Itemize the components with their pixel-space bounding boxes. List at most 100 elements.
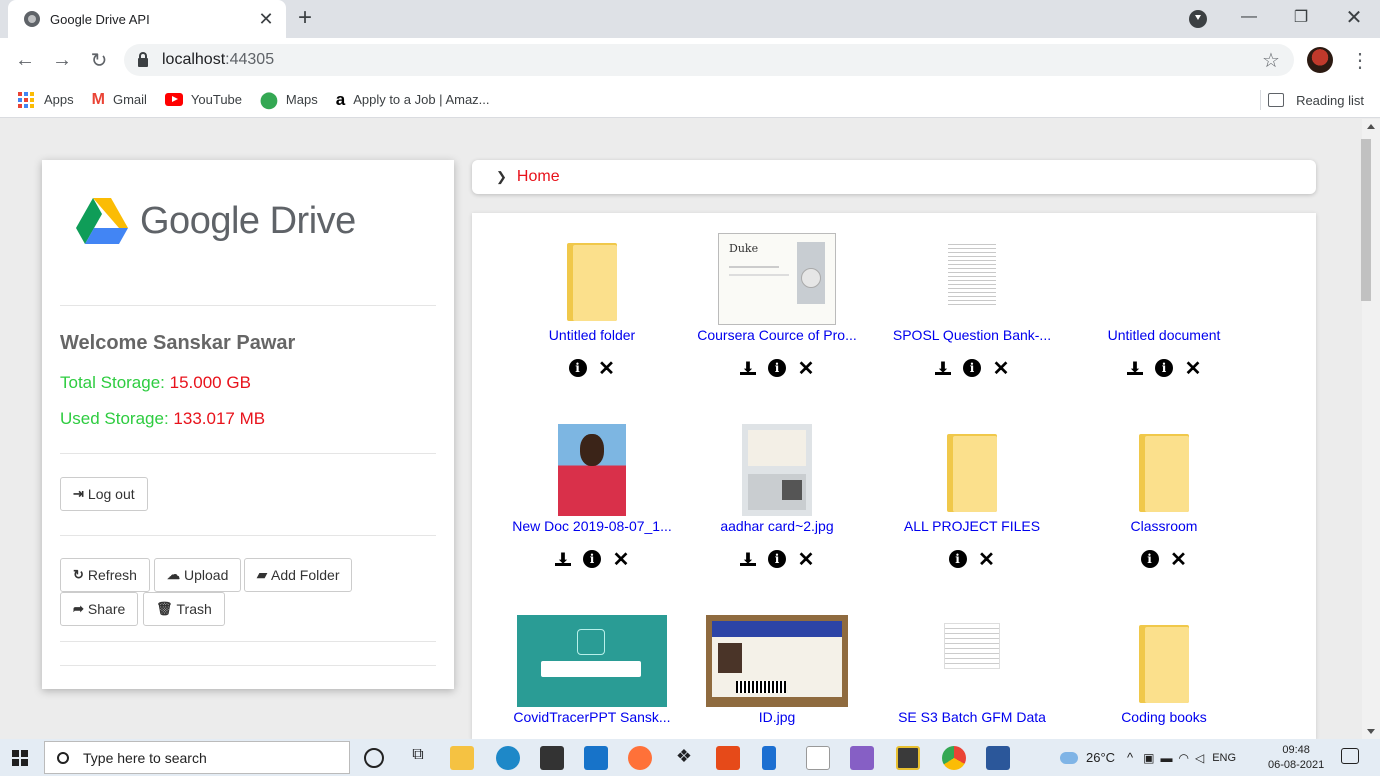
delete-icon[interactable]: ✕ <box>978 549 996 571</box>
bookmark-gmail[interactable]: M Gmail <box>92 91 147 109</box>
dropbox-icon[interactable]: ❖ <box>672 746 696 770</box>
reload-button[interactable]: ↻ <box>85 46 113 74</box>
file-item[interactable]: Untitled document ⬇ i ✕ <box>1074 233 1254 403</box>
download-icon[interactable]: ⬇ <box>554 550 572 568</box>
wifi-icon[interactable]: ◠ <box>1179 751 1189 765</box>
file-item[interactable]: aadhar card~2.jpg ⬇ i ✕ <box>687 424 867 594</box>
file-name[interactable]: Coding books <box>1074 709 1254 725</box>
download-icon[interactable]: ⬇ <box>934 359 952 377</box>
scroll-up-icon[interactable] <box>1367 124 1375 129</box>
file-name[interactable]: ID.jpg <box>687 709 867 725</box>
browser-menu-icon[interactable]: ⋮ <box>1350 48 1370 73</box>
clock[interactable]: 09:48 06-08-2021 <box>1268 743 1324 773</box>
info-icon[interactable]: i <box>583 550 601 568</box>
bookmark-youtube[interactable]: YouTube <box>164 92 242 107</box>
new-tab-button[interactable]: + <box>298 4 312 32</box>
delete-icon[interactable]: ✕ <box>992 358 1010 380</box>
refresh-button[interactable]: ↻ Refresh <box>60 558 150 592</box>
taskbar-search[interactable]: Type here to search <box>44 741 350 774</box>
minimize-button[interactable]: — <box>1226 0 1272 34</box>
reading-list-button[interactable]: Reading list <box>1268 82 1364 118</box>
add-folder-button[interactable]: ▰ Add Folder <box>244 558 353 592</box>
info-icon[interactable]: i <box>948 550 967 568</box>
delete-icon[interactable]: ✕ <box>598 358 616 380</box>
page-scrollbar[interactable] <box>1361 119 1380 739</box>
info-icon[interactable]: i <box>768 359 786 377</box>
windows-start-icon[interactable] <box>12 750 28 766</box>
download-icon[interactable]: ⬇ <box>1126 359 1144 377</box>
word-icon[interactable] <box>986 746 1010 770</box>
task-view-icon[interactable]: ⧉ <box>406 746 430 770</box>
delete-icon[interactable]: ✕ <box>1184 358 1202 380</box>
amazon-app-icon[interactable] <box>806 746 830 770</box>
download-icon[interactable]: ⬇ <box>739 359 757 377</box>
bookmark-amazon[interactable]: a Apply to a Job | Amaz... <box>336 90 490 110</box>
logout-button[interactable]: ⇥ Log out <box>60 477 148 511</box>
file-name[interactable]: Classroom <box>1074 518 1254 534</box>
notifications-icon[interactable] <box>1341 748 1359 764</box>
profile-avatar[interactable] <box>1307 47 1333 73</box>
store-icon[interactable] <box>540 746 564 770</box>
file-item[interactable]: SE S3 Batch GFM Data <box>882 615 1062 739</box>
share-button[interactable]: ➦ Share <box>60 592 139 626</box>
bookmark-star-icon[interactable]: ☆ <box>1262 48 1280 73</box>
upload-button[interactable]: ☁ Upload <box>154 558 242 592</box>
file-name[interactable]: aadhar card~2.jpg <box>687 518 867 534</box>
file-item[interactable]: CovidTracerPPT Sansk... <box>502 615 682 739</box>
file-name[interactable]: SPOSL Question Bank-... <box>882 327 1062 343</box>
file-item[interactable]: Duke Coursera Cource of Pro... ⬇ i ✕ <box>687 233 867 403</box>
phone-icon[interactable] <box>762 746 776 770</box>
file-item[interactable]: Untitled folder i ✕ <box>502 233 682 403</box>
bookmark-apps[interactable]: Apps <box>18 91 74 108</box>
file-name[interactable]: New Doc 2019-08-07_1... <box>502 518 682 534</box>
file-name[interactable]: ALL PROJECT FILES <box>882 518 1062 534</box>
weather-temp[interactable]: 26°C <box>1086 750 1115 765</box>
file-name[interactable]: Untitled folder <box>502 327 682 343</box>
language-indicator[interactable]: ENG <box>1212 752 1236 764</box>
address-bar[interactable]: localhost:44305 <box>124 44 1294 76</box>
info-icon[interactable]: i <box>1140 550 1159 568</box>
delete-icon[interactable]: ✕ <box>1170 549 1188 571</box>
bookmark-maps[interactable]: ⬤ Maps <box>260 90 318 110</box>
info-icon[interactable]: i <box>1155 359 1173 377</box>
delete-icon[interactable]: ✕ <box>797 549 815 571</box>
file-name[interactable]: SE S3 Batch GFM Data <box>882 709 1062 725</box>
scroll-down-icon[interactable] <box>1367 729 1375 734</box>
file-item[interactable]: Classroom i ✕ <box>1074 424 1254 594</box>
file-item[interactable]: New Doc 2019-08-07_1... ⬇ i ✕ <box>502 424 682 594</box>
info-icon[interactable]: i <box>963 359 981 377</box>
network-icon[interactable]: ▣ <box>1143 751 1154 765</box>
tab-search-icon[interactable] <box>1189 10 1207 28</box>
chevron-up-icon[interactable]: ^ <box>1127 750 1133 765</box>
file-item[interactable]: ID.jpg <box>687 615 867 739</box>
battery-icon[interactable]: ▬ <box>1161 751 1173 765</box>
close-window-button[interactable]: ✕ <box>1331 0 1377 34</box>
scrollbar-thumb[interactable] <box>1361 139 1371 301</box>
office-icon[interactable] <box>716 746 740 770</box>
volume-icon[interactable]: ◁ <box>1195 751 1204 765</box>
breadcrumb-home[interactable]: Home <box>517 168 560 186</box>
delete-icon[interactable]: ✕ <box>797 358 815 380</box>
cortana-icon[interactable] <box>364 748 384 768</box>
delete-icon[interactable]: ✕ <box>612 549 630 571</box>
info-icon[interactable]: i <box>768 550 786 568</box>
download-icon[interactable]: ⬇ <box>739 550 757 568</box>
edge-icon[interactable] <box>496 746 520 770</box>
file-name[interactable]: CovidTracerPPT Sansk... <box>502 709 682 725</box>
forward-button[interactable]: → <box>48 46 76 74</box>
info-icon[interactable]: i <box>568 359 587 377</box>
back-button[interactable]: ← <box>11 46 39 74</box>
trash-button[interactable]: 🗑 Trash <box>143 592 225 626</box>
file-name[interactable]: Coursera Cource of Pro... <box>687 327 867 343</box>
mail-icon[interactable] <box>584 746 608 770</box>
browser-tab[interactable]: Google Drive API ✕ <box>8 0 286 38</box>
restore-button[interactable]: ❐ <box>1278 0 1324 34</box>
todo-icon[interactable] <box>896 746 920 770</box>
file-item[interactable]: Coding books <box>1074 615 1254 739</box>
visual-studio-icon[interactable] <box>850 746 874 770</box>
firefox-icon[interactable] <box>628 746 652 770</box>
file-item[interactable]: ALL PROJECT FILES i ✕ <box>882 424 1062 594</box>
file-item[interactable]: SPOSL Question Bank-... ⬇ i ✕ <box>882 233 1062 403</box>
file-explorer-icon[interactable] <box>450 746 474 770</box>
close-tab-icon[interactable]: ✕ <box>256 9 276 30</box>
